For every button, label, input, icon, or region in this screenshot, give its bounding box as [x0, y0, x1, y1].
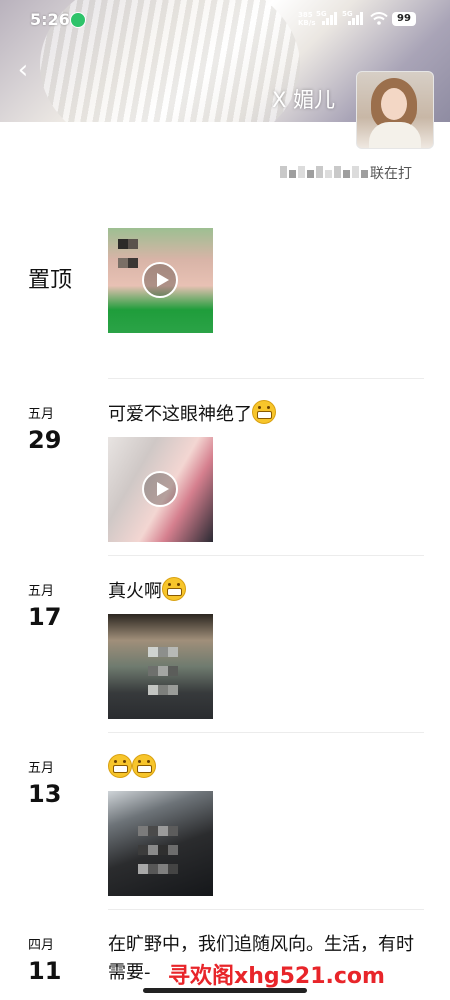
status-time: 5:26: [30, 10, 70, 29]
back-button[interactable]: ‹: [10, 55, 36, 85]
post-date: 四月 11: [28, 934, 88, 985]
home-indicator[interactable]: [143, 988, 307, 993]
grinning-emoji-icon: [252, 400, 276, 424]
divider: [108, 732, 424, 733]
mosaic-blur: [148, 642, 178, 699]
watermark: 寻欢阁xhg521.com: [168, 964, 385, 989]
status-bar: 5:26 385 KB/s 5G 5G 99: [0, 0, 450, 40]
battery-icon: 99: [392, 12, 416, 26]
grinning-emoji-icon: [162, 577, 186, 601]
post-text[interactable]: 真火啊: [108, 577, 423, 606]
post-day: 11: [28, 957, 62, 985]
post-text[interactable]: 可爱不这眼神绝了: [108, 400, 423, 429]
post-date: 五月 13: [28, 757, 88, 808]
grinning-emoji-icon: [132, 754, 156, 778]
mosaic-blur: [280, 166, 370, 182]
avatar[interactable]: [356, 71, 434, 149]
post-month: 五月: [28, 584, 55, 599]
profile-signature: 联在打: [280, 163, 412, 183]
message-notification-icon: [70, 12, 86, 28]
divider: [108, 555, 424, 556]
wifi-icon: [370, 12, 388, 25]
grinning-emoji-icon: [108, 754, 132, 778]
post-date: 五月 29: [28, 403, 88, 454]
pinned-video-thumbnail[interactable]: [108, 228, 213, 333]
chevron-left-icon: ‹: [17, 55, 29, 85]
signal-icon-sim2: [348, 12, 364, 25]
network-speed-value: 385: [298, 11, 313, 19]
post-month: 五月: [28, 761, 55, 776]
pinned-label: 置顶: [28, 268, 73, 293]
profile-name: X 媚儿: [272, 88, 336, 112]
post-image-thumbnail[interactable]: [108, 791, 213, 896]
post-caption: 真火啊: [108, 581, 162, 602]
post-image-thumbnail[interactable]: [108, 614, 213, 719]
mosaic-blur: [118, 234, 138, 272]
post-text[interactable]: [108, 754, 423, 783]
post-month: 四月: [28, 938, 55, 953]
signal-icon-sim1: [322, 12, 338, 25]
post-day: 13: [28, 780, 62, 808]
post-day: 29: [28, 426, 62, 454]
play-icon[interactable]: [142, 471, 178, 507]
play-icon[interactable]: [142, 262, 178, 298]
network-speed-unit: KB/s: [298, 19, 316, 27]
mosaic-blur: [138, 821, 178, 878]
divider: [108, 909, 424, 910]
post-date: 五月 17: [28, 580, 88, 631]
post-video-thumbnail[interactable]: [108, 437, 213, 542]
post-caption: 可爱不这眼神绝了: [108, 404, 252, 425]
post-month: 五月: [28, 407, 55, 422]
network-speed: 385 KB/s: [298, 11, 315, 27]
divider: [108, 378, 424, 379]
signature-text: 联在打: [370, 166, 412, 182]
post-day: 17: [28, 603, 62, 631]
